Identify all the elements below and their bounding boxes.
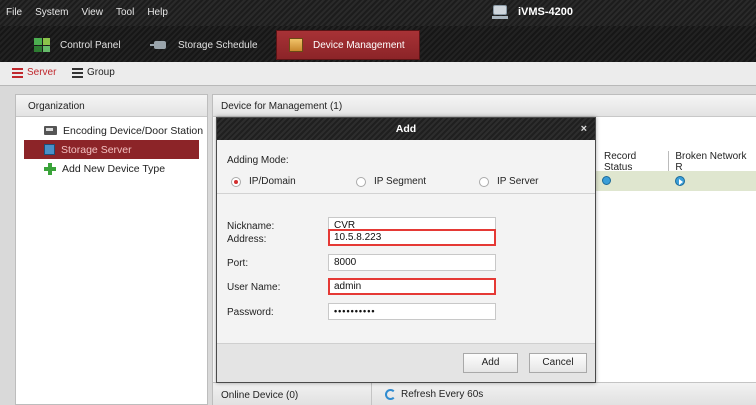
menu-tool[interactable]: Tool [116,7,134,18]
online-device-label: Online Device (0) [221,390,299,401]
menu-help[interactable]: Help [147,7,168,18]
tab-storage-schedule[interactable]: Storage Schedule [138,30,268,60]
app-title-text: iVMS-4200 [518,6,574,18]
radio-ip-segment[interactable] [356,176,366,187]
password-label: Password: [227,307,274,318]
adding-mode-label: Adding Mode: [227,155,289,166]
address-field[interactable]: 10.5.8.223 [328,229,496,246]
tab-control-panel-label: Control Panel [60,39,121,51]
tab-device-management[interactable]: Device Management [276,30,420,60]
network-status-icon [675,176,685,186]
add-device-dialog: Add × Adding Mode: IP/Domain IP Segment … [216,117,596,383]
dialog-separator [217,193,595,194]
bottom-divider [371,383,372,405]
tree-item-encoding-device[interactable]: Encoding Device/Door Station [16,121,207,140]
add-button[interactable]: Add [463,353,518,373]
add-icon [44,162,56,175]
encoding-device-icon [44,126,57,135]
table-row[interactable] [596,171,756,191]
group-icon [72,67,83,78]
tab-server-label: Server [27,67,57,78]
tab-control-panel[interactable]: Control Panel [22,30,142,60]
tab-storage-schedule-label: Storage Schedule [178,39,258,51]
cancel-button[interactable]: Cancel [529,353,587,373]
user-name-label: User Name: [227,282,281,293]
mode-ip-domain[interactable]: IP/Domain [231,176,296,187]
device-management-icon [289,38,303,52]
address-label: Address: [227,234,267,245]
mode-ip-segment[interactable]: IP Segment [356,176,426,187]
dialog-footer: Add Cancel [217,343,595,382]
mode-ip-server-label: IP Server [497,176,539,187]
storage-server-icon [44,144,55,155]
port-field[interactable]: 8000 [328,254,496,271]
tab-server[interactable]: Server [12,67,56,78]
organization-panel: Organization Encoding Device/Door Statio… [15,94,208,405]
tab-group-label: Group [87,67,115,78]
tree-item-label: Encoding Device/Door Station [63,124,204,137]
radio-ip-domain[interactable] [231,176,241,187]
menu-system[interactable]: System [35,7,68,18]
device-panel-title: Device for Management (1) [213,95,756,117]
tree-item-label: Add New Device Type [62,162,166,175]
refresh-label: Refresh Every 60s [401,389,484,400]
user-name-field[interactable]: admin [328,278,496,295]
column-record-status[interactable]: Record Status [598,151,668,173]
refresh-icon [385,389,396,400]
tab-group[interactable]: Group [72,67,115,78]
title-bar: File System View Tool Help iVMS-4200 [0,0,756,26]
dialog-title-bar: Add × [217,118,595,140]
device-table-header: Record Status Broken Network R [598,151,756,173]
mode-ip-segment-label: IP Segment [374,176,427,187]
password-field[interactable]: •••••••••• [328,303,496,320]
menu-view[interactable]: View [81,7,103,18]
tree-item-storage-server[interactable]: Storage Server [24,140,199,159]
tab-device-management-label: Device Management [313,39,405,51]
organization-tree: Encoding Device/Door Station Storage Ser… [16,117,207,178]
server-icon [12,67,23,78]
radio-ip-server[interactable] [479,176,489,187]
tree-item-label: Storage Server [61,143,132,156]
module-tab-bar: Control Panel Storage Schedule Device Ma… [0,26,756,62]
port-label: Port: [227,258,249,269]
storage-schedule-icon [150,40,168,50]
app-title: iVMS-4200 [492,5,573,19]
control-panel-icon [34,38,50,52]
menu-file[interactable]: File [6,7,22,18]
online-device-bar: Online Device (0) Refresh Every 60s [213,382,756,405]
organization-title: Organization [16,95,207,117]
close-icon[interactable]: × [581,118,587,140]
dialog-title: Add [395,123,417,135]
record-status-icon [602,176,611,185]
monitor-logo-icon [492,5,508,19]
sub-tab-bar: Server Group [0,62,756,86]
tree-item-add-device-type[interactable]: Add New Device Type [16,159,207,178]
menu-bar: File System View Tool Help [6,7,168,18]
mode-ip-domain-label: IP/Domain [249,176,296,187]
refresh-button[interactable]: Refresh Every 60s [385,389,483,400]
nickname-label: Nickname: [227,221,275,232]
column-broken-network[interactable]: Broken Network R [668,151,756,173]
mode-ip-server[interactable]: IP Server [479,176,539,187]
